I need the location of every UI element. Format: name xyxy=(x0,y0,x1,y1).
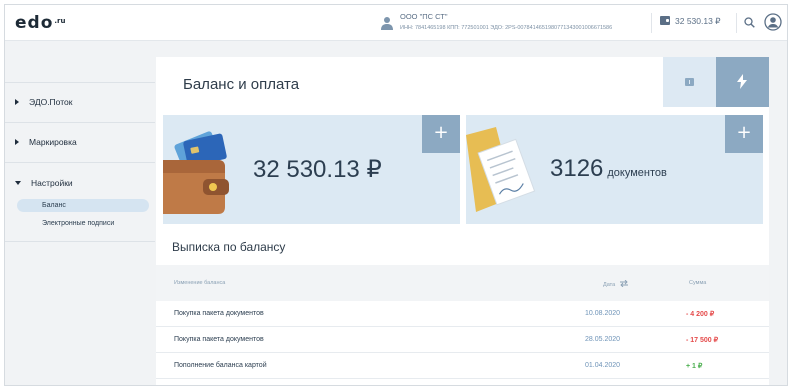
sidebar-item-label: ЭДО.Поток xyxy=(29,97,73,107)
balance-amount: 32 530.13 ₽ xyxy=(253,156,382,183)
wallet-icon xyxy=(660,16,670,25)
row-date: 10.08.2020 xyxy=(585,310,621,317)
main-content: Баланс и оплата 32 530.13 ₽ + 3126 докум… xyxy=(156,57,769,385)
balance-panel: 32 530.13 ₽ + xyxy=(163,115,460,224)
header-balance-value: 32 530.13 ₽ xyxy=(675,16,721,26)
column-header-change: Изменение баланса xyxy=(174,280,226,286)
sidebar-subitem-signatures[interactable]: Электронные подписи xyxy=(17,217,149,230)
add-documents-button[interactable]: + xyxy=(725,115,763,153)
bolt-icon xyxy=(737,74,747,89)
sidebar-item-settings[interactable]: Настройки xyxy=(15,178,73,188)
app-window: edo.ru ООО "ПС СТ" ИНН: 7841465198 КПП: … xyxy=(4,4,788,386)
table-row[interactable]: Покупка пакета документов 28.05.2020 - 1… xyxy=(156,327,769,353)
wallet-icon xyxy=(685,78,694,86)
row-sum: + 1 ₽ xyxy=(686,363,703,370)
account-icon[interactable] xyxy=(764,13,782,31)
documents-count: 3126 xyxy=(550,155,604,182)
documents-unit: документов xyxy=(607,167,667,179)
documents-panel: 3126 документов + xyxy=(466,115,763,224)
logo[interactable]: edo.ru xyxy=(15,13,66,33)
statement-title: Выписка по балансу xyxy=(172,240,286,254)
sidebar: ЭДО.Поток Маркировка Настройки Баланс Эл… xyxy=(5,42,155,385)
sidebar-item-markirovka[interactable]: Маркировка xyxy=(15,137,77,147)
chevron-down-icon xyxy=(15,181,21,185)
sidebar-subitem-balance[interactable]: Баланс xyxy=(17,199,149,212)
documents-count-line: 3126 документов xyxy=(550,155,667,183)
add-balance-button[interactable]: + xyxy=(422,115,460,153)
table-row[interactable]: Пополнение баланса картой 01.04.2020 + 1… xyxy=(156,353,769,379)
tab-bolt[interactable] xyxy=(716,57,769,107)
documents-illustration-icon xyxy=(466,127,536,212)
tab-wallet[interactable] xyxy=(663,57,716,107)
column-header-sum: Сумма xyxy=(689,280,707,286)
search-icon[interactable] xyxy=(744,17,755,28)
row-description: Пополнение баланса картой xyxy=(174,362,267,369)
table-header: Изменение баланса Дата Сумма xyxy=(156,265,769,301)
organization-name: ООО "ПС СТ" xyxy=(400,12,448,21)
header-divider xyxy=(651,13,652,33)
logo-suffix: .ru xyxy=(54,17,66,25)
row-sum: - 17 500 ₽ xyxy=(686,337,719,344)
row-date: 28.05.2020 xyxy=(585,336,621,343)
chevron-right-icon xyxy=(15,139,19,145)
page-title: Баланс и оплата xyxy=(183,76,300,93)
sidebar-item-label: Маркировка xyxy=(29,137,77,147)
user-icon xyxy=(381,17,393,30)
header-balance[interactable]: 32 530.13 ₽ xyxy=(660,16,721,27)
wallet-illustration-icon xyxy=(163,131,229,214)
sidebar-item-label: Настройки xyxy=(31,178,73,188)
header-divider xyxy=(736,13,737,33)
column-header-date[interactable]: Дата xyxy=(603,279,629,288)
row-description: Покупка пакета документов xyxy=(174,336,264,343)
row-date: 01.04.2020 xyxy=(585,362,621,369)
row-sum: - 4 200 ₽ xyxy=(686,311,715,318)
column-header-label: Дата xyxy=(603,282,616,288)
table-row[interactable]: Покупка пакета документов 10.08.2020 - 4… xyxy=(156,301,769,327)
sidebar-item-edo-potok[interactable]: ЭДО.Поток xyxy=(15,97,72,107)
chevron-right-icon xyxy=(15,99,19,105)
row-description: Покупка пакета документов xyxy=(174,310,264,317)
logo-text: edo xyxy=(15,13,54,33)
top-bar: edo.ru ООО "ПС СТ" ИНН: 7841465198 КПП: … xyxy=(5,5,787,41)
sort-icon xyxy=(620,279,629,288)
organization-requisites: ИНН: 7841465198 КПП: 772501001 ЭДО: 2PS-… xyxy=(400,25,613,31)
